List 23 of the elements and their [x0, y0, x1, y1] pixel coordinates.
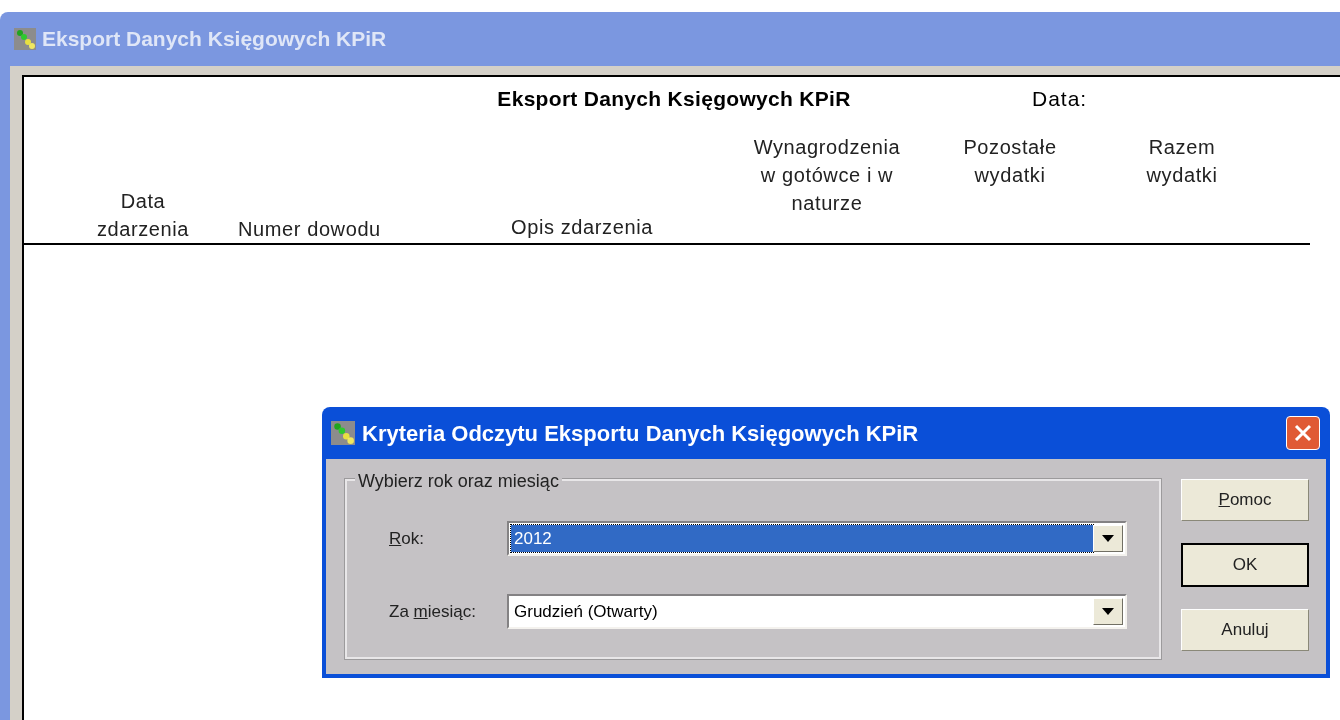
window-title: Eksport Danych Księgowych KPiR: [42, 26, 387, 53]
dialog-button[interactable]: Pomoc: [1181, 479, 1309, 521]
close-button[interactable]: [1286, 416, 1320, 450]
column-header: Data zdarzenia: [95, 189, 191, 242]
caret-icon: [1102, 608, 1114, 615]
app-icon: [330, 421, 356, 445]
report-title: Eksport Danych Księgowych KPiR: [496, 86, 852, 113]
caret-icon: [1102, 535, 1114, 542]
dialog-button[interactable]: OK: [1181, 543, 1309, 587]
column-header: Opis zdarzenia: [511, 215, 653, 240]
app-icon: [14, 28, 36, 50]
field-label: Za miesiąc:: [389, 600, 477, 623]
date-label: Data:: [1032, 86, 1088, 113]
column-header: Numer dowodu: [238, 217, 381, 242]
dropdown-field[interactable]: 2012: [507, 521, 1127, 556]
close-icon: [1294, 424, 1312, 442]
dialog-button[interactable]: Anuluj: [1181, 609, 1309, 651]
column-header: Wynagrodzenia w gotówce i w naturze: [752, 135, 902, 216]
dropdown-field[interactable]: Grudzień (Otwarty): [507, 594, 1127, 629]
column-header: Razem wydatki: [1145, 135, 1219, 188]
column-header: Pozostałe wydatki: [962, 135, 1058, 188]
field-label: Rok:: [389, 527, 425, 550]
dialog-title: Kryteria Odczytu Eksportu Danych Księgowych KPiR: [362, 419, 920, 448]
